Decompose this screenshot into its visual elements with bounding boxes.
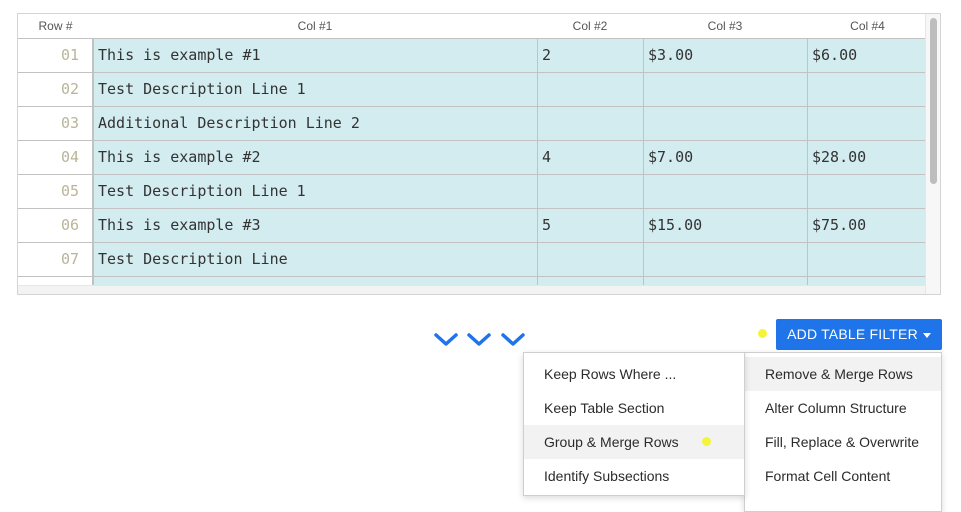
data-table: Row # Col #1 Col #2 Col #3 Col #4 01 This… — [17, 13, 941, 295]
table-cell[interactable]: $6.00 — [807, 38, 928, 72]
merge-submenu: Keep Rows Where ... Keep Table Section G… — [523, 352, 745, 496]
filter-menu: Remove & Merge Rows Alter Column Structu… — [744, 352, 942, 512]
cursor-highlight-dot — [758, 329, 767, 338]
table-cell[interactable] — [807, 106, 928, 140]
menu-item-fill-replace-overwrite[interactable]: Fill, Replace & Overwrite — [745, 425, 941, 459]
row-number: 01 — [18, 38, 93, 72]
table-cell[interactable]: $15.00 — [643, 208, 807, 242]
header-col-1: Col #1 — [297, 19, 333, 33]
table-cell[interactable]: 2 — [537, 38, 643, 72]
table-cell[interactable]: $75.00 — [807, 208, 928, 242]
add-table-filter-label: ADD TABLE FILTER — [787, 326, 918, 342]
menu-item-identify-subsections[interactable]: Identify Subsections — [524, 459, 744, 493]
chevron-down-icon[interactable] — [500, 330, 526, 348]
vertical-scrollbar[interactable] — [925, 14, 940, 294]
table-cell[interactable]: Additional Description Line 2 — [93, 106, 537, 140]
header-row-num: Row # — [38, 19, 73, 33]
table-header: Row # Col #1 Col #2 Col #3 Col #4 — [18, 14, 928, 38]
table-cell[interactable]: Test Description Line 1 — [93, 174, 537, 208]
table-cell[interactable]: This is example #3 — [93, 208, 537, 242]
table-cell[interactable]: $28.00 — [807, 140, 928, 174]
table-cell[interactable]: Test Description Line 1 — [93, 72, 537, 106]
table-row[interactable]: 01 This is example #1 2 $3.00 $6.00 — [18, 38, 928, 72]
header-col-2: Col #2 — [572, 19, 608, 33]
chevron-down-icon[interactable] — [466, 330, 492, 348]
table-cell[interactable]: 4 — [537, 140, 643, 174]
row-number: 04 — [18, 140, 93, 174]
table-row[interactable]: 07 Test Description Line — [18, 242, 928, 276]
horizontal-scrollbar[interactable] — [18, 285, 928, 294]
menu-item-group-merge-rows[interactable]: Group & Merge Rows — [524, 425, 744, 459]
table-row[interactable]: 05 Test Description Line 1 — [18, 174, 928, 208]
table-row[interactable]: 04 This is example #2 4 $7.00 $28.00 — [18, 140, 928, 174]
row-number: 06 — [18, 208, 93, 242]
table-row[interactable]: 02 Test Description Line 1 — [18, 72, 928, 106]
table-cell[interactable] — [537, 106, 643, 140]
chevron-down-icon[interactable] — [433, 330, 459, 348]
table-cell[interactable] — [807, 174, 928, 208]
menu-item-alter-column-structure[interactable]: Alter Column Structure — [745, 391, 941, 425]
row-number: 05 — [18, 174, 93, 208]
row-number: 03 — [18, 106, 93, 140]
table-cell[interactable]: 5 — [537, 208, 643, 242]
table-cell[interactable] — [807, 242, 928, 276]
table-cell[interactable]: This is example #1 — [93, 38, 537, 72]
table-row[interactable]: 03 Additional Description Line 2 — [18, 106, 928, 140]
caret-down-icon — [922, 332, 931, 338]
table-cell[interactable]: $7.00 — [643, 140, 807, 174]
cursor-highlight-dot — [702, 437, 711, 446]
table-cell[interactable]: $3.00 — [643, 38, 807, 72]
table-cell[interactable] — [537, 72, 643, 106]
menu-item-label: Group & Merge Rows — [544, 434, 679, 450]
table-cell[interactable] — [643, 106, 807, 140]
table-cell[interactable] — [537, 174, 643, 208]
add-table-filter-button[interactable]: ADD TABLE FILTER — [776, 319, 942, 350]
table-row[interactable]: 06 This is example #3 5 $15.00 $75.00 — [18, 208, 928, 242]
menu-item-remove-merge-rows[interactable]: Remove & Merge Rows — [745, 357, 941, 391]
row-number: 02 — [18, 72, 93, 106]
table-cell[interactable] — [643, 242, 807, 276]
table-cell[interactable] — [807, 72, 928, 106]
menu-item-keep-table-section[interactable]: Keep Table Section — [524, 391, 744, 425]
header-col-4: Col #4 — [850, 19, 885, 33]
row-number: 07 — [18, 242, 93, 276]
table-cell[interactable] — [643, 174, 807, 208]
menu-item-format-cell-content[interactable]: Format Cell Content — [745, 459, 941, 493]
scrollbar-thumb[interactable] — [930, 18, 937, 184]
table-cell[interactable] — [537, 242, 643, 276]
header-col-3: Col #3 — [707, 19, 743, 33]
table-cell[interactable]: This is example #2 — [93, 140, 537, 174]
table-cell[interactable] — [643, 72, 807, 106]
menu-item-keep-rows-where[interactable]: Keep Rows Where ... — [524, 357, 744, 391]
table-cell[interactable]: Test Description Line — [93, 242, 537, 276]
